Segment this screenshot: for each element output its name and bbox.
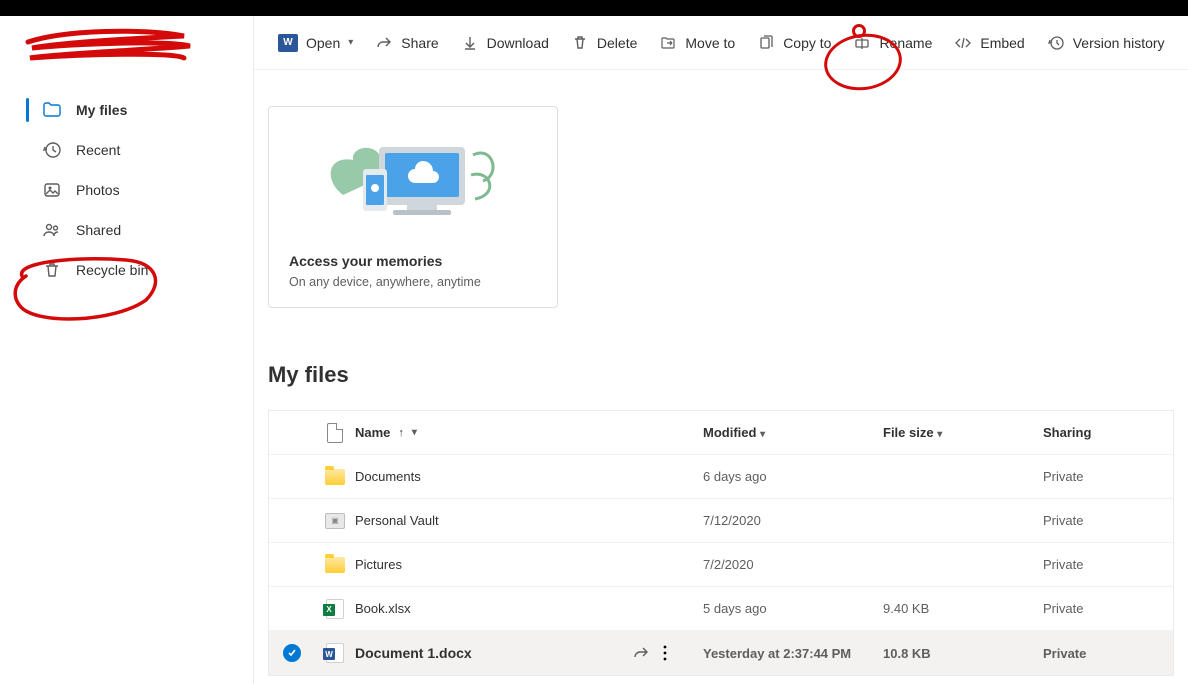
column-size-label: File size <box>883 425 934 440</box>
photo-icon <box>42 180 62 200</box>
history-icon <box>1047 34 1065 52</box>
my-files-heading: My files <box>254 308 1188 388</box>
share-button[interactable]: Share <box>365 28 448 58</box>
sidebar-item-label: My files <box>76 102 127 118</box>
version-label: Version history <box>1073 35 1165 51</box>
more-actions-icon[interactable] <box>663 645 667 661</box>
file-sharing: Private <box>1043 646 1173 661</box>
column-modified[interactable]: Modified ▾ <box>703 425 883 440</box>
download-label: Download <box>487 35 549 51</box>
share-icon[interactable] <box>633 645 649 661</box>
sidebar-item-label: Shared <box>76 222 121 238</box>
file-modified: 7/12/2020 <box>703 513 883 528</box>
card-title: Access your memories <box>289 253 537 269</box>
word-icon: W <box>278 34 298 52</box>
open-label: Open <box>306 35 340 51</box>
sort-ascending-icon: ↑ <box>398 427 404 439</box>
table-row[interactable]: ▣ Personal Vault 7/12/2020 Private <box>269 499 1173 543</box>
file-sharing: Private <box>1043 601 1173 616</box>
move-label: Move to <box>685 35 735 51</box>
open-button[interactable]: W Open ▾ <box>268 28 363 58</box>
sidebar-item-recent[interactable]: Recent <box>0 130 253 170</box>
embed-icon <box>954 34 972 52</box>
file-modified: 7/2/2020 <box>703 557 883 572</box>
file-name: Pictures <box>355 557 402 572</box>
file-sharing: Private <box>1043 557 1173 572</box>
chevron-down-icon[interactable]: ▾ <box>937 429 942 440</box>
delete-label: Delete <box>597 35 637 51</box>
delete-button[interactable]: Delete <box>561 28 647 58</box>
move-to-button[interactable]: Move to <box>649 28 745 58</box>
sidebar-item-label: Photos <box>76 182 120 198</box>
file-type-column-icon[interactable] <box>315 423 355 443</box>
folder-icon <box>325 469 345 485</box>
file-modified: Yesterday at 2:37:44 PM <box>703 646 883 661</box>
embed-label: Embed <box>980 35 1024 51</box>
file-name: Documents <box>355 469 421 484</box>
move-icon <box>659 34 677 52</box>
sidebar-item-label: Recent <box>76 142 120 158</box>
file-name: Book.xlsx <box>355 601 411 616</box>
copy-to-button[interactable]: Copy to <box>747 28 841 58</box>
embed-button[interactable]: Embed <box>944 28 1034 58</box>
folder-icon <box>42 100 62 120</box>
word-icon <box>326 643 344 663</box>
table-row[interactable]: Documents 6 days ago Private <box>269 455 1173 499</box>
redaction-scribble <box>24 24 194 68</box>
sidebar-item-photos[interactable]: Photos <box>0 170 253 210</box>
card-subtitle: On any device, anywhere, anytime <box>289 275 537 289</box>
chevron-down-icon[interactable]: ▾ <box>760 429 765 440</box>
hand-drawn-circle-annotation <box>6 256 166 326</box>
file-modified: 5 days ago <box>703 601 883 616</box>
file-sharing: Private <box>1043 469 1173 484</box>
vault-icon: ▣ <box>325 513 345 529</box>
card-illustration <box>289 125 537 235</box>
column-modified-label: Modified <box>703 425 756 440</box>
clock-icon <box>42 140 62 160</box>
sidebar-item-shared[interactable]: Shared <box>0 210 253 250</box>
share-label: Share <box>401 35 438 51</box>
file-modified: 6 days ago <box>703 469 883 484</box>
files-table: Name ↑ ▾ Modified ▾ File size ▾ Sharing <box>268 410 1174 676</box>
copy-label: Copy to <box>783 35 831 51</box>
copy-icon <box>757 34 775 52</box>
column-sharing[interactable]: Sharing <box>1043 425 1173 440</box>
excel-icon <box>326 599 344 619</box>
download-button[interactable]: Download <box>451 28 559 58</box>
file-name: Document 1.docx <box>355 645 625 661</box>
version-history-button[interactable]: Version history <box>1037 28 1175 58</box>
rename-button[interactable]: Rename <box>843 28 942 58</box>
memories-card[interactable]: Access your memories On any device, anyw… <box>268 106 558 308</box>
file-sharing: Private <box>1043 513 1173 528</box>
table-header-row: Name ↑ ▾ Modified ▾ File size ▾ Sharing <box>269 411 1173 455</box>
column-name-label: Name <box>355 425 390 440</box>
folder-icon <box>325 557 345 573</box>
chevron-down-icon: ▾ <box>348 37 353 48</box>
people-icon <box>42 220 62 240</box>
main-content: W Open ▾ Share Download Delete Move to <box>254 16 1188 684</box>
toolbar: W Open ▾ Share Download Delete Move to <box>254 16 1188 70</box>
table-row[interactable]: Document 1.docx Yesterday at 2:37:44 PM … <box>269 631 1173 675</box>
rename-label: Rename <box>879 35 932 51</box>
row-selected-check-icon[interactable] <box>283 644 301 662</box>
file-size: 9.40 KB <box>883 601 1043 616</box>
sidebar: My files Recent Photos Shared <box>0 16 254 684</box>
column-sharing-label: Sharing <box>1043 425 1091 440</box>
file-name: Personal Vault <box>355 513 439 528</box>
table-row[interactable]: Book.xlsx 5 days ago 9.40 KB Private <box>269 587 1173 631</box>
column-name[interactable]: Name ↑ ▾ <box>355 425 703 440</box>
rename-icon <box>853 34 871 52</box>
download-icon <box>461 34 479 52</box>
section-heading-truncated: For you <box>254 70 1188 80</box>
column-file-size[interactable]: File size ▾ <box>883 425 1043 440</box>
window-top-bar <box>0 0 1188 16</box>
table-row[interactable]: Pictures 7/2/2020 Private <box>269 543 1173 587</box>
sidebar-item-my-files[interactable]: My files <box>0 90 253 130</box>
chevron-down-icon[interactable]: ▾ <box>412 427 417 438</box>
share-icon <box>375 34 393 52</box>
file-size: 10.8 KB <box>883 646 1043 661</box>
trash-icon <box>571 34 589 52</box>
